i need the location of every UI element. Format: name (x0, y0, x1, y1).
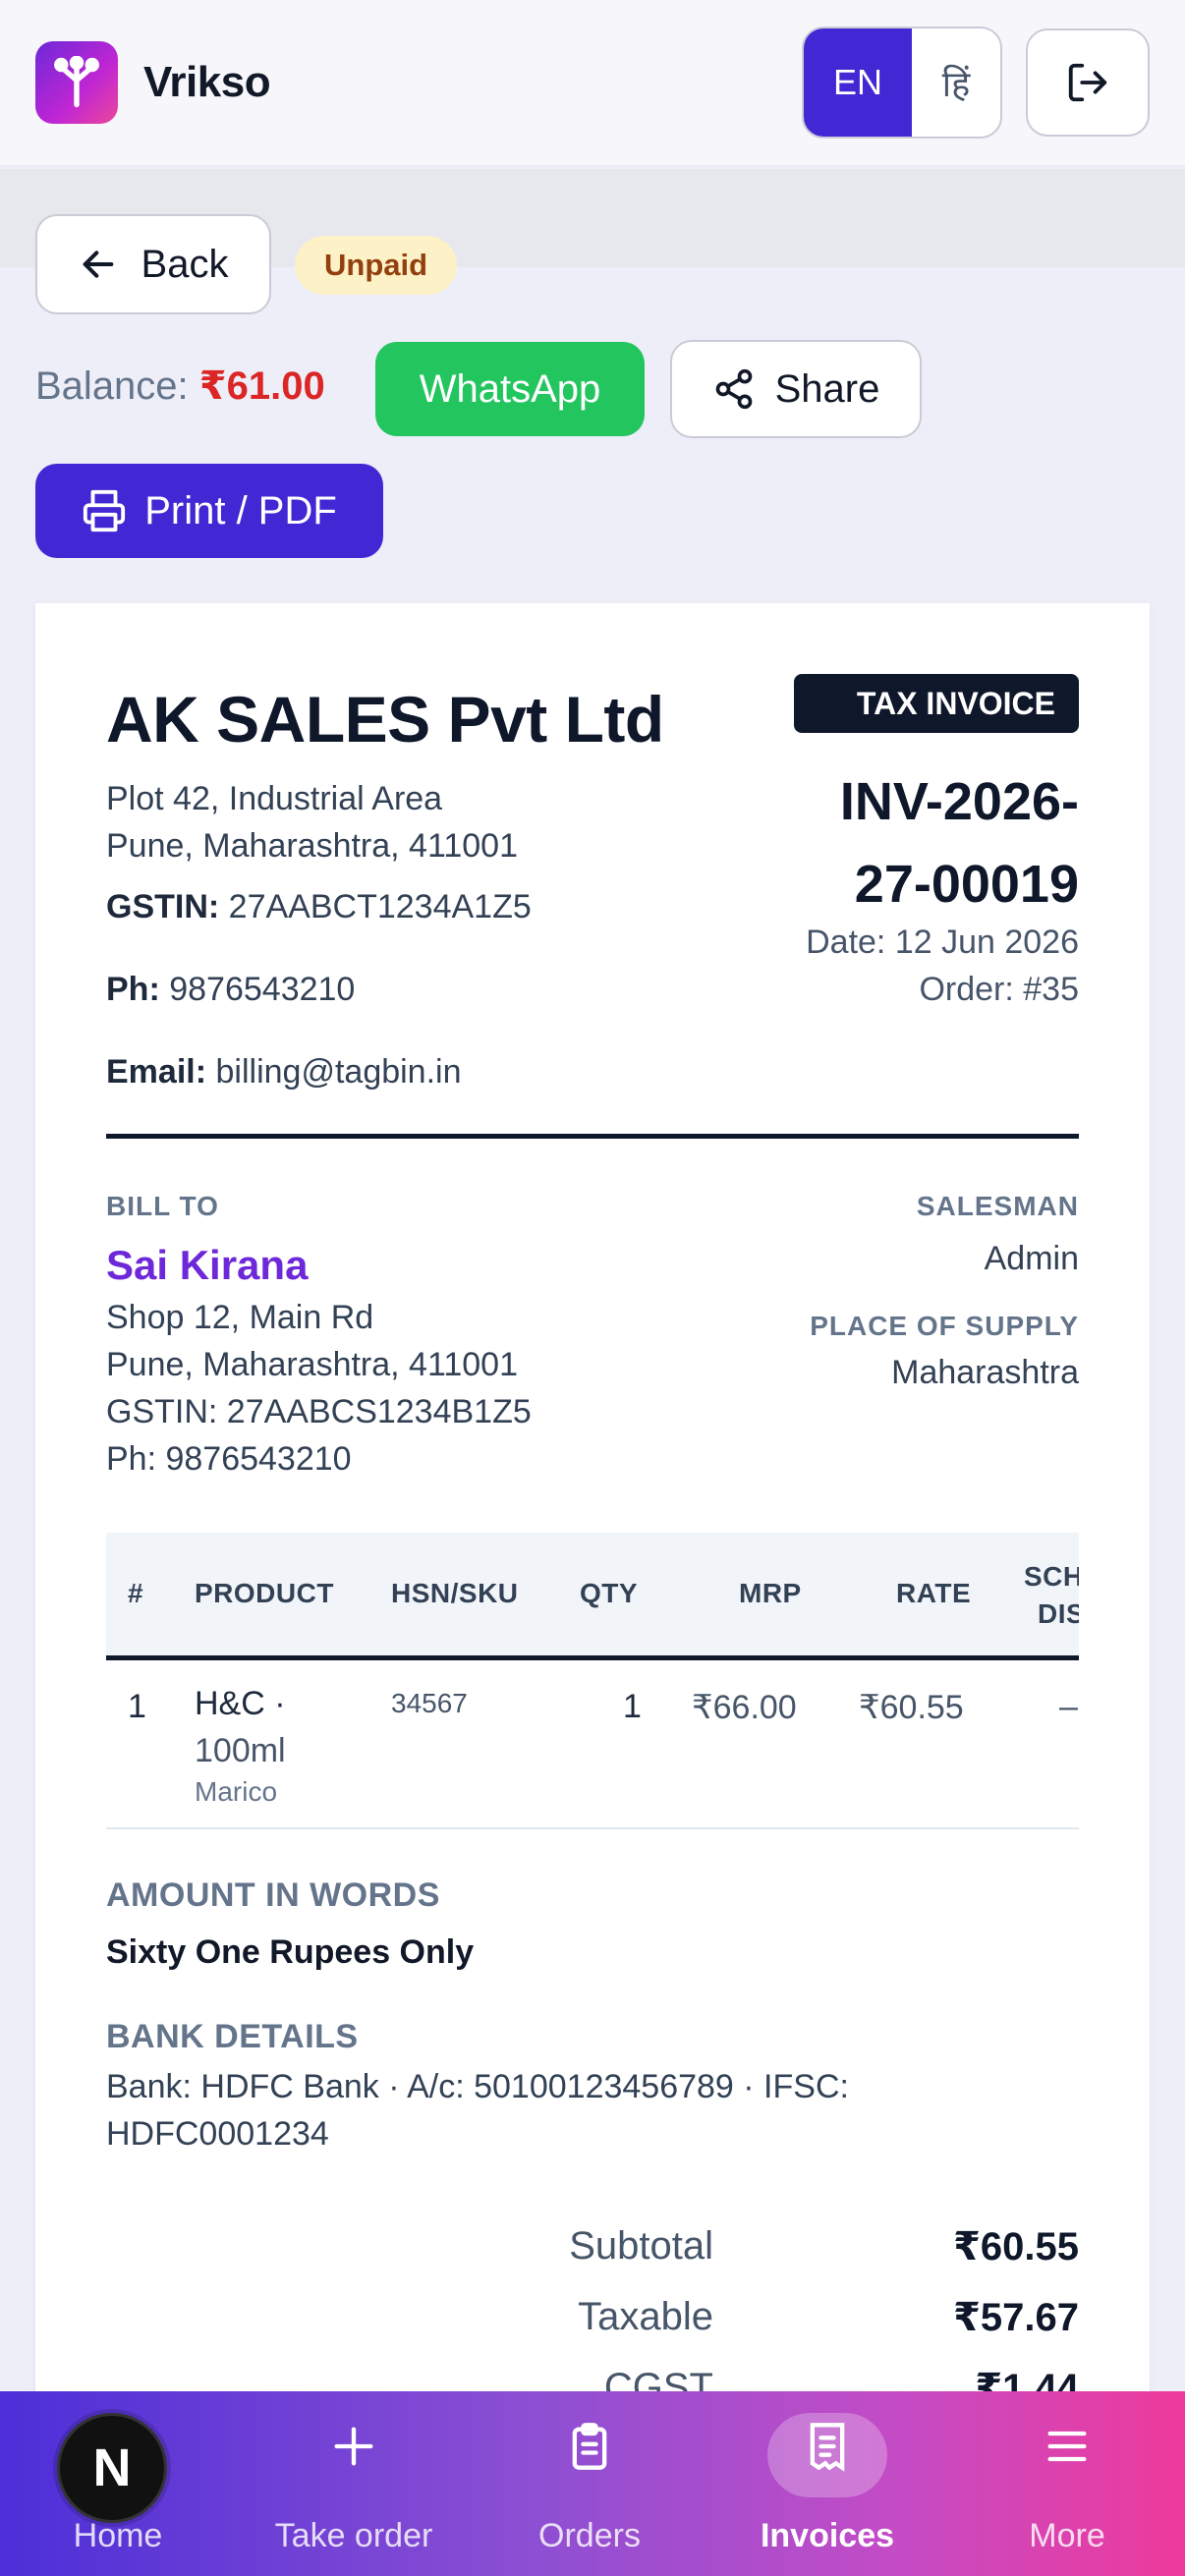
gstin-value: 27AABCT1234A1Z5 (228, 888, 532, 925)
col-hsn: HSN/SKU (391, 1578, 519, 1608)
nav-orders[interactable]: Orders (472, 2391, 707, 2576)
gstin-label: GSTIN: (106, 888, 220, 925)
nav-home-label: Home (73, 2517, 163, 2554)
bank-details: Bank: HDFC Bank · A/c: 50100123456789 · … (106, 2068, 849, 2153)
row-hsn: 34567 (391, 1688, 468, 1718)
customer-address-line1: Shop 12, Main Rd (106, 1299, 374, 1336)
avatar[interactable]: N (57, 2413, 167, 2523)
balance: Balance: ₹61.00 (35, 364, 325, 409)
status-badge: Unpaid (295, 236, 458, 295)
nav-take-order[interactable]: Take order (236, 2391, 472, 2576)
logout-icon (1068, 63, 1107, 102)
whatsapp-button[interactable]: WhatsApp (375, 342, 645, 436)
customer-phone: Ph: 9876543210 (106, 1440, 352, 1478)
row-rate: ₹60.55 (859, 1689, 964, 1726)
product-line2: 100ml (195, 1732, 286, 1769)
nav-orders-label: Orders (538, 2517, 641, 2554)
printer-icon (84, 489, 126, 532)
company-email: Email: billing@tagbin.in (106, 1053, 462, 1092)
items-table-header: # PRODUCT HSN/SKU QTY MRP RATE SCH DIS (106, 1533, 1079, 1660)
row-product: H&C · 100ml Marico (195, 1680, 286, 1810)
taxable-label: Taxable (578, 2295, 713, 2338)
customer-name[interactable]: Sai Kirana (106, 1242, 308, 1289)
col-qty: QTY (580, 1578, 639, 1608)
row-sch: – (1059, 1688, 1078, 1725)
doc-type-chip: TAX INVOICE (793, 674, 1079, 733)
place-of-supply-heading: PLACE OF SUPPLY (810, 1311, 1079, 1341)
col-sch-line2: DIS (1038, 1598, 1079, 1629)
bank-heading: BANK DETAILS (106, 2018, 359, 2055)
place-of-supply-value: Maharashtra (891, 1354, 1079, 1391)
back-button[interactable]: Back (35, 214, 271, 314)
back-label: Back (141, 242, 229, 286)
customer-address-line2: Pune, Maharashtra, 411001 (106, 1346, 518, 1383)
product-brand: Marico (195, 1776, 278, 1807)
invoice-order: Order: #35 (919, 971, 1079, 1008)
invoice-number: INV-2026- 27-00019 (840, 760, 1079, 925)
share-button[interactable]: Share (670, 340, 922, 438)
subtotal-value: ₹60.55 (953, 2225, 1079, 2268)
col-product: PRODUCT (195, 1578, 334, 1608)
share-label: Share (774, 366, 880, 411)
balance-amount: ₹61.00 (198, 364, 325, 408)
nav-more[interactable]: More (949, 2391, 1185, 2576)
balance-label: Balance: (35, 364, 189, 408)
col-num: # (128, 1578, 144, 1608)
row-mrp: ₹66.00 (692, 1689, 797, 1726)
header-divider (106, 1134, 1079, 1139)
phone-label: Ph: (106, 971, 160, 1008)
company-gstin: GSTIN: 27AABCT1234A1Z5 (106, 888, 532, 926)
product-name: H&C · (195, 1685, 286, 1722)
company-name: AK SALES Pvt Ltd (106, 683, 664, 756)
menu-icon (1047, 2431, 1087, 2462)
print-pdf-button[interactable]: Print / PDF (35, 464, 383, 558)
row-qty: 1 (623, 1688, 642, 1725)
row-num: 1 (128, 1688, 146, 1725)
nav-invoices-label: Invoices (760, 2517, 895, 2554)
col-rate: RATE (896, 1578, 972, 1608)
col-sch-line1: SCH (1024, 1561, 1079, 1592)
clipboard-icon (572, 2423, 607, 2470)
receipt-icon (810, 2423, 845, 2472)
invoice-number-line2: 27-00019 (854, 855, 1079, 914)
arrow-left-icon (83, 251, 113, 278)
invoice-date: Date: 12 Jun 2026 (806, 924, 1079, 961)
amount-words: Sixty One Rupees Only (106, 1933, 475, 1971)
taxable-value: ₹57.67 (953, 2296, 1079, 2339)
company-phone: Ph: 9876543210 (106, 971, 355, 1009)
app-logo (35, 41, 118, 124)
language-toggle: EN हिं (802, 27, 1002, 139)
nav-invoices[interactable]: Invoices (709, 2391, 945, 2576)
app-name: Vrikso (143, 58, 271, 106)
bottom-nav: Home Take order Orders Invoices More (0, 2391, 1185, 2576)
amount-words-heading: AMOUNT IN WORDS (106, 1876, 440, 1914)
subtotal-label: Subtotal (569, 2224, 713, 2268)
share-icon (715, 368, 752, 410)
col-mrp: MRP (739, 1578, 802, 1608)
customer-gstin: GSTIN: 27AABCS1234B1Z5 (106, 1393, 532, 1430)
print-label: Print / PDF (144, 488, 337, 532)
lang-en-button[interactable]: EN (804, 28, 912, 137)
nav-more-label: More (1029, 2517, 1105, 2554)
salesman-value: Admin (984, 1240, 1079, 1277)
email-label: Email: (106, 1053, 207, 1091)
bill-to-heading: BILL TO (106, 1191, 219, 1221)
product-line1: H&C · (195, 1680, 286, 1727)
invoice-number-line1: INV-2026- (839, 772, 1079, 831)
lang-hi-button[interactable]: हिं (912, 28, 1000, 137)
salesman-heading: SALESMAN (916, 1191, 1079, 1221)
plus-icon (334, 2427, 373, 2466)
invoice-card: AK SALES Pvt Ltd Plot 42, Industrial Are… (35, 603, 1150, 2470)
logout-button[interactable] (1026, 28, 1150, 137)
phone-value: 9876543210 (169, 971, 356, 1008)
table-row: 1 H&C · 100ml Marico 34567 1 ₹66.00 ₹60.… (106, 1660, 1079, 1829)
nav-take-order-label: Take order (274, 2517, 433, 2554)
top-bar: Vrikso (0, 0, 1185, 167)
company-address-line2: Pune, Maharashtra, 411001 (106, 827, 518, 865)
col-sch-disc: SCH DIS (1024, 1558, 1079, 1633)
email-value: billing@tagbin.in (215, 1053, 462, 1091)
company-address-line1: Plot 42, Industrial Area (106, 780, 443, 817)
